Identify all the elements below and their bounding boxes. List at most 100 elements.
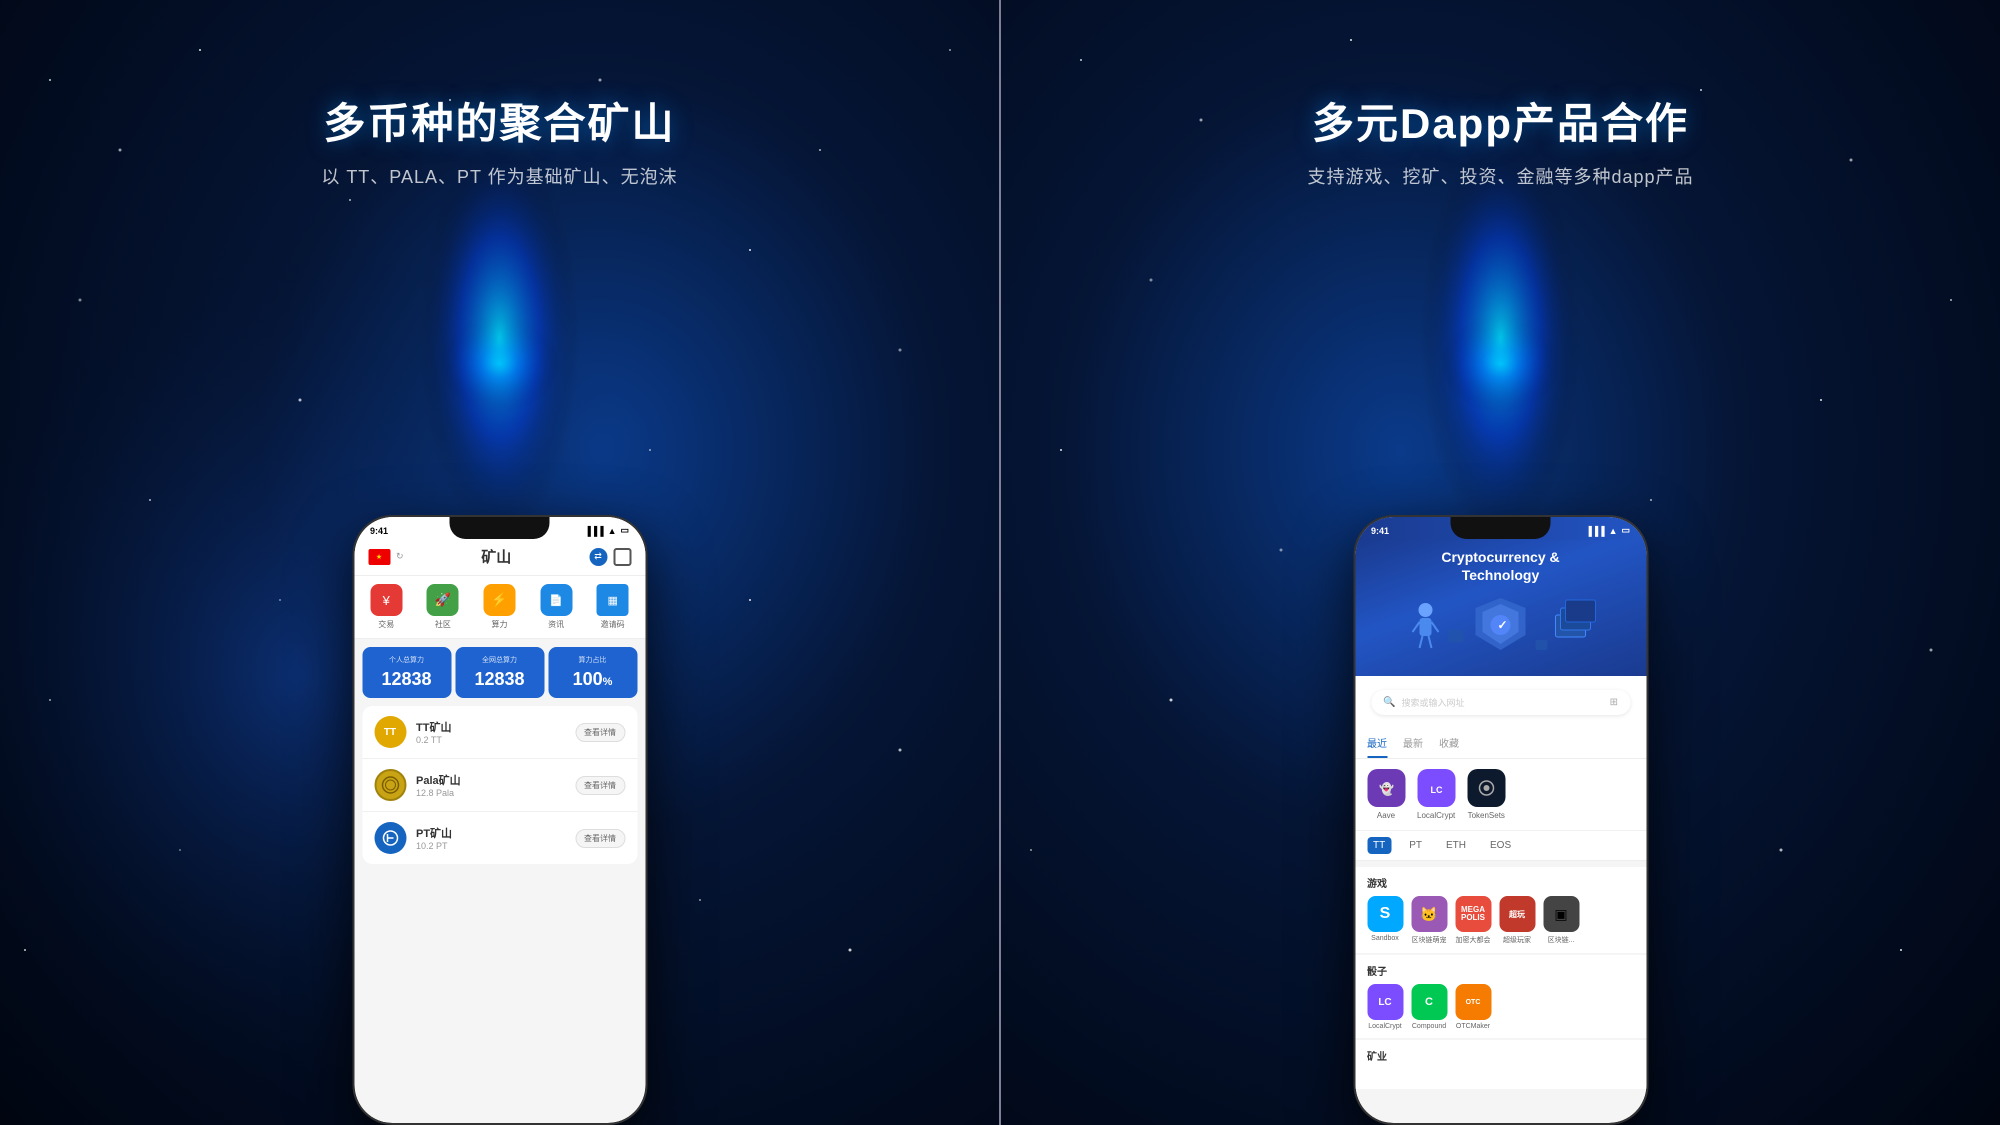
stat-label-personal: 个人总算力 xyxy=(389,655,424,665)
dapp-tabs: 最近 最新 收藏 xyxy=(1355,729,1646,759)
icon-hashrate[interactable]: ⚡ 算力 xyxy=(483,584,515,630)
icon-news[interactable]: 📄 资讯 xyxy=(540,584,572,630)
status-bar-left: 9:41 ▐▐▐ ▲ ▭ xyxy=(354,517,645,540)
stat-unit-ratio: % xyxy=(603,676,613,688)
mining-list: TT TT矿山 0.2 TT 查看详情 xyxy=(362,706,637,864)
dapp-screen: 9:41 ▐▐▐ ▲ ▭ Cryptocurrency &Technology xyxy=(1355,517,1646,1123)
news-label: 资讯 xyxy=(548,619,564,630)
category-tabs: TT PT ETH EOS xyxy=(1355,831,1646,861)
icon-invite[interactable]: ▦ 邀请码 xyxy=(597,584,629,630)
status-icons-right: ▐▐▐ ▲ ▭ xyxy=(1585,525,1630,536)
app-pet[interactable]: 🐱 区块链萌宠 xyxy=(1411,896,1447,945)
tab-latest[interactable]: 最新 xyxy=(1403,729,1423,758)
pt-info: PT矿山 10.2 PT xyxy=(416,825,575,851)
app-otcmaker[interactable]: OTC OTCMaker xyxy=(1455,984,1491,1030)
icon-grid: ¥ 交易 🚀 社区 ⚡ 算力 📄 资讯 xyxy=(354,576,645,639)
pala-detail-btn[interactable]: 查看详情 xyxy=(575,776,625,795)
app-blockchain[interactable]: ▣ 区块链... xyxy=(1543,896,1579,945)
megapolis-label: 加密大都会 xyxy=(1456,935,1491,945)
wifi-icon-r: ▲ xyxy=(1609,526,1618,536)
app-sandbox[interactable]: S Sandbox xyxy=(1367,896,1403,945)
app-lc2[interactable]: LC LocalCrypt xyxy=(1367,984,1403,1030)
hashrate-icon: ⚡ xyxy=(483,584,515,616)
tab-recent[interactable]: 最近 xyxy=(1367,729,1387,758)
supergamer-label: 超级玩家 xyxy=(1503,935,1531,945)
svg-text:LC: LC xyxy=(1430,785,1442,795)
cat-tab-eth[interactable]: ETH xyxy=(1440,837,1472,854)
stat-value-personal: 12838 xyxy=(381,669,431,690)
aave-label: Aave xyxy=(1377,811,1395,820)
refresh-icon: ↻ xyxy=(396,551,404,562)
sandbox-label: Sandbox xyxy=(1371,935,1399,942)
stat-label-network: 全网总算力 xyxy=(482,655,517,665)
compound-label: Compound xyxy=(1412,1023,1446,1030)
signal-icon-r: ▐▐▐ xyxy=(1585,526,1604,536)
tokensets-icon xyxy=(1467,769,1505,807)
cat-tab-pt[interactable]: PT xyxy=(1403,837,1428,854)
pet-icon: 🐱 xyxy=(1411,896,1447,932)
tt-detail-btn[interactable]: 查看详情 xyxy=(575,723,625,742)
right-sub-title: 支持游戏、挖矿、投资、金融等多种dapp产品 xyxy=(1307,163,1693,189)
megapolis-icon: MEGAPOLIS xyxy=(1455,896,1491,932)
grid-nav-icon[interactable] xyxy=(613,548,631,566)
app-compound[interactable]: C Compound xyxy=(1411,984,1447,1030)
sandbox-icon: S xyxy=(1367,896,1403,932)
search-icon: 🔍 xyxy=(1383,697,1395,708)
mining-section: 矿业 xyxy=(1355,1040,1646,1089)
search-placeholder: 搜索或输入网址 xyxy=(1401,696,1603,709)
scan-icon[interactable]: ⊞ xyxy=(1610,697,1618,708)
recent-app-aave[interactable]: 👻 Aave xyxy=(1367,769,1405,820)
tokensets-label: TokenSets xyxy=(1468,811,1505,820)
wallet-nav-icon[interactable]: ⇄ xyxy=(589,548,607,566)
left-phone-screen: 9:41 ▐▐▐ ▲ ▭ ★ ↻ xyxy=(354,517,645,1123)
stat-label-ratio: 算力占比 xyxy=(579,655,607,665)
trade-label: 交易 xyxy=(378,619,394,630)
mining-nav-title: 矿山 xyxy=(481,546,511,567)
compound-icon: C xyxy=(1411,984,1447,1020)
community-icon: 🚀 xyxy=(427,584,459,616)
status-icons-left: ▐▐▐ ▲ ▭ xyxy=(584,525,629,536)
icon-community[interactable]: 🚀 社区 xyxy=(427,584,459,630)
pt-amount: 10.2 PT xyxy=(416,841,575,851)
pala-name: Pala矿山 xyxy=(416,772,575,788)
mining-item-tt[interactable]: TT TT矿山 0.2 TT 查看详情 xyxy=(362,706,637,759)
games-section: 游戏 S Sandbox 🐱 区块链萌宠 MEGAPOLIS xyxy=(1355,867,1646,953)
news-icon: 📄 xyxy=(540,584,572,616)
mining-item-pala[interactable]: Pala矿山 12.8 Pala 查看详情 xyxy=(362,759,637,812)
dapp-header: Cryptocurrency &Technology xyxy=(1355,540,1646,676)
lc2-icon: LC xyxy=(1367,984,1403,1020)
supergamer-icon: 超玩 xyxy=(1499,896,1535,932)
dapp-illustration: ✓ xyxy=(1369,590,1632,660)
left-panel: 多币种的聚合矿山 以 TT、PALA、PT 作为基础矿山、无泡沫 9:41 ▐▐… xyxy=(0,0,999,1125)
app-megapolis[interactable]: MEGAPOLIS 加密大都会 xyxy=(1455,896,1491,945)
icon-trade[interactable]: ¥ 交易 xyxy=(370,584,402,630)
stats-row: 个人总算力 12838 全网总算力 12838 算力占比 100 % xyxy=(354,639,645,706)
tt-amount: 0.2 TT xyxy=(416,735,575,745)
right-phone-screen: 9:41 ▐▐▐ ▲ ▭ Cryptocurrency &Technology xyxy=(1355,517,1646,1123)
mining-item-pt[interactable]: PT矿山 10.2 PT 查看详情 xyxy=(362,812,637,864)
stat-value-ratio: 100 xyxy=(573,669,603,690)
mining-screen: 9:41 ▐▐▐ ▲ ▭ ★ ↻ xyxy=(354,517,645,1123)
pt-name: PT矿山 xyxy=(416,825,575,841)
cat-tab-tt[interactable]: TT xyxy=(1367,837,1391,854)
cat-tab-eos[interactable]: EOS xyxy=(1484,837,1517,854)
tab-favorites[interactable]: 收藏 xyxy=(1439,729,1459,758)
stat-value-network: 12838 xyxy=(474,669,524,690)
pt-detail-btn[interactable]: 查看详情 xyxy=(575,829,625,848)
trade-icon: ¥ xyxy=(370,584,402,616)
recent-app-tokensets[interactable]: TokenSets xyxy=(1467,769,1505,820)
dapp-title: Cryptocurrency &Technology xyxy=(1441,548,1559,584)
blockchain-icon: ▣ xyxy=(1543,896,1579,932)
left-main-title: 多币种的聚合矿山 xyxy=(321,90,677,151)
pet-label: 区块链萌宠 xyxy=(1412,935,1447,945)
recent-app-localcrypt[interactable]: LC LocalCrypt xyxy=(1417,769,1455,820)
app-supergamer[interactable]: 超玩 超级玩家 xyxy=(1499,896,1535,945)
stat-personal: 个人总算力 12838 xyxy=(362,647,451,698)
flag-cn: ★ xyxy=(368,549,390,565)
hashrate-label: 算力 xyxy=(491,619,507,630)
localcrypt-icon: LC xyxy=(1417,769,1455,807)
otcmaker-label: OTCMaker xyxy=(1456,1023,1490,1030)
battery-icon-r: ▭ xyxy=(1621,525,1630,536)
wifi-icon: ▲ xyxy=(608,526,617,536)
search-bar[interactable]: 🔍 搜索或输入网址 ⊞ xyxy=(1371,690,1630,715)
